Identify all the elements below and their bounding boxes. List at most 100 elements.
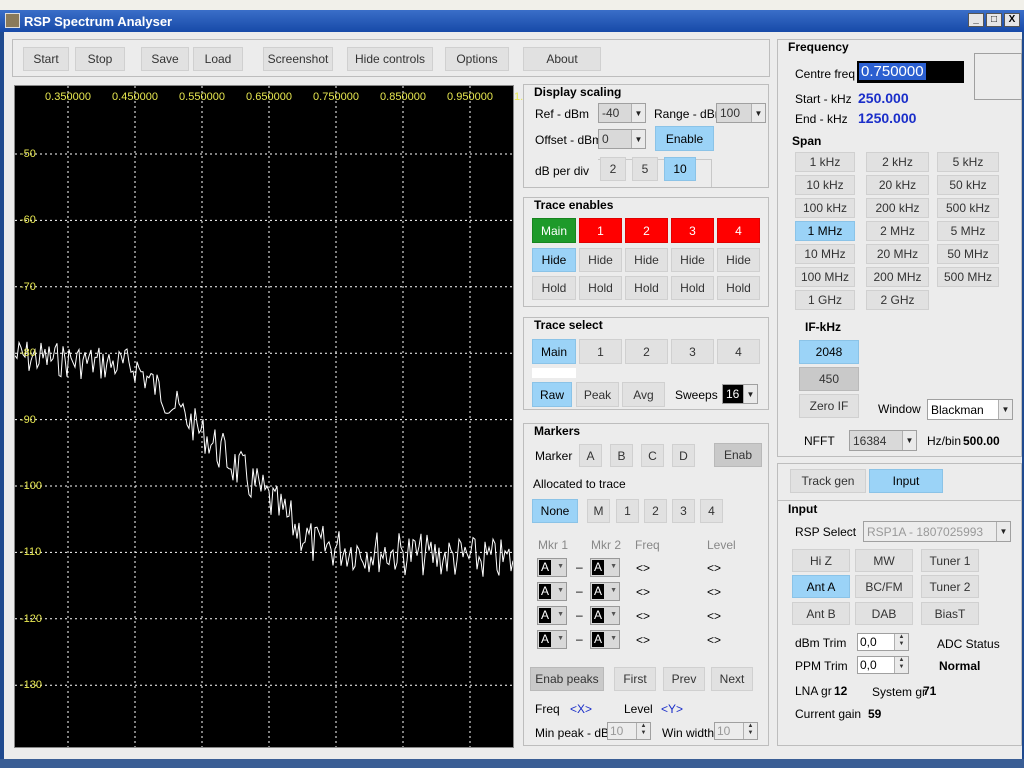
nfft-select[interactable]: 16384 ▼ <box>849 430 917 451</box>
peak-button[interactable]: Peak <box>576 382 619 407</box>
span-button[interactable]: 1 MHz <box>795 221 855 241</box>
alloc-1-button[interactable]: 1 <box>616 499 639 523</box>
trace-2-enable-button[interactable]: 2 <box>625 218 668 243</box>
trace-3-enable-button[interactable]: 3 <box>671 218 714 243</box>
trace-4-hide-button[interactable]: Hide <box>717 248 760 272</box>
next-peak-button[interactable]: Next <box>711 667 753 691</box>
select-trace-4-button[interactable]: 4 <box>717 339 760 364</box>
mkr2-select[interactable]: A ▼ <box>590 630 620 649</box>
close-button[interactable]: X <box>1004 13 1020 27</box>
offset-dbm-select[interactable]: 0 ▼ <box>598 129 646 149</box>
ant-b-button[interactable]: Ant B <box>792 602 850 625</box>
trace-4-hold-button[interactable]: Hold <box>717 276 760 300</box>
tuner-2-button[interactable]: Tuner 2 <box>921 575 979 598</box>
span-button[interactable]: 500 MHz <box>937 267 999 287</box>
dbm-trim-spinner[interactable]: 0,0 ▲ ▼ <box>857 633 909 651</box>
stop-button[interactable]: Stop <box>75 47 125 71</box>
title-bar[interactable]: RSP Spectrum Analyser _ □ X <box>0 10 1024 32</box>
spectrum-plot[interactable]: 0.350000 0.450000 0.550000 0.650000 0.750000… <box>14 85 627 748</box>
span-button[interactable]: 10 kHz <box>795 175 855 195</box>
hi-z-button[interactable]: Hi Z <box>792 549 850 572</box>
trace-4-enable-button[interactable]: 4 <box>717 218 760 243</box>
select-trace-main-button[interactable]: Main <box>532 339 576 364</box>
tab-input[interactable]: Input <box>869 469 943 493</box>
avg-button[interactable]: Avg <box>622 382 665 407</box>
tab-track-gen[interactable]: Track gen <box>790 469 866 493</box>
raw-button[interactable]: Raw <box>532 382 572 407</box>
trace-main-enable-button[interactable]: Main <box>532 218 576 243</box>
span-button[interactable]: 10 MHz <box>795 244 855 264</box>
start-button[interactable]: Start <box>23 47 69 71</box>
db-per-div-5-button[interactable]: 5 <box>632 157 658 181</box>
trace-2-hold-button[interactable]: Hold <box>625 276 668 300</box>
span-button[interactable]: 2 MHz <box>866 221 929 241</box>
mkr2-select[interactable]: A ▼ <box>590 606 620 625</box>
span-button[interactable]: 100 kHz <box>795 198 855 218</box>
options-button[interactable]: Options <box>445 47 509 71</box>
db-per-div-10-button[interactable]: 10 <box>664 157 696 181</box>
trace-1-hold-button[interactable]: Hold <box>579 276 622 300</box>
marker-c-button[interactable]: C <box>641 444 664 467</box>
alloc-2-button[interactable]: 2 <box>644 499 667 523</box>
mkr1-select[interactable]: A ▼ <box>537 606 567 625</box>
marker-d-button[interactable]: D <box>672 444 695 467</box>
ref-dbm-select[interactable]: -40 ▼ <box>598 103 646 123</box>
win-width-spinner[interactable]: 10 ▲ ▼ <box>714 722 758 740</box>
prev-peak-button[interactable]: Prev <box>663 667 705 691</box>
db-per-div-2-button[interactable]: 2 <box>600 157 626 181</box>
alloc-3-button[interactable]: 3 <box>672 499 695 523</box>
trace-1-enable-button[interactable]: 1 <box>579 218 622 243</box>
span-button[interactable]: 5 kHz <box>937 152 999 172</box>
trace-3-hold-button[interactable]: Hold <box>671 276 714 300</box>
mkr1-select[interactable]: A ▼ <box>537 582 567 601</box>
hide-controls-button[interactable]: Hide controls <box>347 47 433 71</box>
save-button[interactable]: Save <box>141 47 189 71</box>
enable-button[interactable]: Enable <box>655 126 714 151</box>
marker-b-button[interactable]: B <box>610 444 633 467</box>
alloc-none-button[interactable]: None <box>532 499 578 523</box>
if-2048-button[interactable]: 2048 <box>799 340 859 364</box>
window-select[interactable]: Blackman ▼ <box>927 399 1013 420</box>
mkr2-select[interactable]: A ▼ <box>590 582 620 601</box>
mkr2-select[interactable]: A ▼ <box>590 558 620 577</box>
mw-button[interactable]: MW <box>855 549 913 572</box>
span-button[interactable]: 20 MHz <box>866 244 929 264</box>
alloc-4-button[interactable]: 4 <box>700 499 723 523</box>
trace-1-hide-button[interactable]: Hide <box>579 248 622 272</box>
tuner-1-button[interactable]: Tuner 1 <box>921 549 979 572</box>
first-peak-button[interactable]: First <box>614 667 656 691</box>
span-button[interactable]: 200 MHz <box>866 267 929 287</box>
dab-button[interactable]: DAB <box>855 602 913 625</box>
trace-2-hide-button[interactable]: Hide <box>625 248 668 272</box>
span-button[interactable]: 1 kHz <box>795 152 855 172</box>
if-450-button[interactable]: 450 <box>799 367 859 391</box>
mkr1-select[interactable]: A ▼ <box>537 558 567 577</box>
zero-if-button[interactable]: Zero IF <box>799 394 859 418</box>
span-button[interactable]: 500 kHz <box>937 198 999 218</box>
range-dbm-select[interactable]: 100 ▼ <box>716 103 766 123</box>
ant-a-button[interactable]: Ant A <box>792 575 850 598</box>
span-button[interactable]: 2 kHz <box>866 152 929 172</box>
bc-fm-button[interactable]: BC/FM <box>855 575 913 598</box>
trace-main-hold-button[interactable]: Hold <box>532 276 576 300</box>
minimize-button[interactable]: _ <box>968 13 984 27</box>
screenshot-button[interactable]: Screenshot <box>263 47 333 71</box>
enab-peaks-button[interactable]: Enab peaks <box>530 667 604 691</box>
rsp-select[interactable]: RSP1A - 1807025993 ▼ <box>863 521 1011 542</box>
alloc-main-button[interactable]: M <box>587 499 610 523</box>
load-button[interactable]: Load <box>193 47 243 71</box>
ppm-trim-spinner[interactable]: 0,0 ▲ ▼ <box>857 656 909 674</box>
select-trace-2-button[interactable]: 2 <box>625 339 668 364</box>
trace-main-hide-button[interactable]: Hide <box>532 248 576 272</box>
span-button[interactable]: 50 MHz <box>937 244 999 264</box>
bias-t-button[interactable]: BiasT <box>921 602 979 625</box>
mkr1-select[interactable]: A ▼ <box>537 630 567 649</box>
span-button[interactable]: 5 MHz <box>937 221 999 241</box>
sweeps-select[interactable]: 16 ▼ <box>722 384 758 404</box>
select-trace-3-button[interactable]: 3 <box>671 339 714 364</box>
centre-freq-input[interactable]: 0.750000 <box>857 61 964 83</box>
span-button[interactable]: 2 GHz <box>866 290 929 310</box>
maximize-button[interactable]: □ <box>986 13 1002 27</box>
span-button[interactable]: 100 MHz <box>795 267 855 287</box>
marker-enab-button[interactable]: Enab <box>714 443 762 467</box>
